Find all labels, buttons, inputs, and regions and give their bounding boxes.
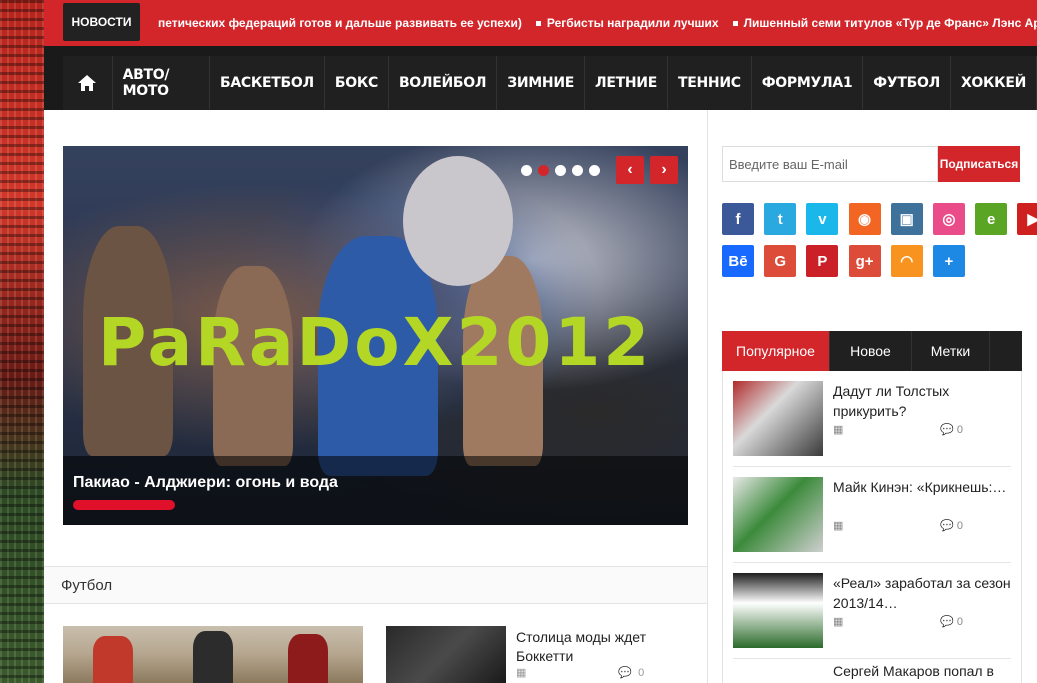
nav-item-football[interactable]: ФУТБОЛ: [863, 56, 951, 110]
slider-dots: [521, 165, 600, 176]
ticker-item[interactable]: Регбисты наградили лучших: [535, 16, 719, 30]
list-item-title[interactable]: Майк Кинэн: «Крикнешь:…: [833, 477, 1013, 497]
post-photo-figure: [193, 631, 233, 683]
email-field[interactable]: Введите ваш E-mail: [722, 146, 938, 182]
comment-icon: 💬: [618, 667, 633, 679]
ticker-item[interactable]: Лишенный семи титулов «Тур де Франс» Лэн…: [732, 16, 1037, 30]
nav-item-volleyball[interactable]: ВОЛЕЙБОЛ: [389, 56, 498, 110]
stadium-background: [0, 0, 44, 683]
slider-caption: Пакиао - Алджиери: огонь и вода: [63, 456, 688, 525]
post-title[interactable]: Столица моды ждет Боккетти: [516, 628, 676, 666]
slider-photo-figure: [83, 226, 173, 456]
evernote-icon[interactable]: e: [975, 203, 1008, 235]
comment-icon: 💬: [940, 616, 954, 628]
sidebar: Введите ваш E-mail Подписаться f t v ◉ ▣ ◎ e ▶ B…: [708, 110, 1037, 683]
tab-tags[interactable]: Метки: [912, 331, 990, 371]
post-photo-figure: [288, 634, 328, 683]
slider-dot[interactable]: [555, 165, 566, 176]
slider-photo-figure: [213, 266, 293, 466]
post-thumbnail[interactable]: [386, 626, 506, 683]
post-photo-figure: [93, 636, 133, 683]
calendar-icon: ▦: [516, 667, 527, 679]
sidebar-tabs: Популярное Новое Метки: [722, 331, 1022, 371]
twitter-icon[interactable]: t: [764, 203, 797, 235]
slider-dot[interactable]: [572, 165, 583, 176]
ticker-item[interactable]: петических федераций готов и дальше разв…: [158, 16, 522, 30]
dribbble-icon[interactable]: ◎: [932, 203, 965, 235]
pinterest-icon[interactable]: P: [806, 245, 839, 277]
comment-icon: 💬: [940, 424, 954, 436]
section-header: Футбол: [44, 566, 707, 604]
facebook-icon[interactable]: f: [722, 203, 754, 235]
nav-item-tennis[interactable]: ТЕННИС: [668, 56, 752, 110]
calendar-icon: ▦: [833, 520, 844, 532]
popular-list: Дадут ли Толстых прикурить? ▦ 💬 0 Майк Ки…: [722, 371, 1022, 683]
section-title: Футбол: [61, 577, 113, 594]
list-item-thumbnail[interactable]: [733, 381, 823, 456]
instagram-icon[interactable]: ▣: [890, 203, 923, 235]
list-item-meta: ▦ 💬 0: [833, 615, 963, 628]
calendar-icon: ▦: [833, 424, 844, 436]
vimeo-icon[interactable]: v: [806, 203, 839, 235]
list-item[interactable]: Дадут ли Толстых прикурить? ▦ 💬 0: [733, 371, 1011, 467]
rss-icon[interactable]: ◉: [848, 203, 881, 235]
main-nav: АВТО/МОТО БАСКЕТБОЛ БОКС ВОЛЕЙБОЛ ЗИМНИЕ…: [63, 56, 1037, 110]
featured-slider[interactable]: ‹ › Пакиао - Алджиери: огонь и вода: [63, 146, 688, 525]
nav-item-basketball[interactable]: БАСКЕТБОЛ: [210, 56, 325, 110]
google-plus-icon[interactable]: g+: [848, 245, 881, 277]
bullet-icon: [732, 21, 738, 27]
nav-item-boxing[interactable]: БОКС: [325, 56, 389, 110]
slider-photo-figure: [403, 156, 513, 286]
list-item[interactable]: Майк Кинэн: «Крикнешь:… ▦ 💬 0: [733, 467, 1011, 563]
bullet-icon: [535, 21, 541, 27]
nav-home[interactable]: [63, 56, 113, 110]
comment-count[interactable]: 0: [957, 520, 963, 532]
list-item-title[interactable]: Дадут ли Толстых прикурить?: [833, 381, 1013, 421]
google-icon[interactable]: G: [764, 245, 797, 277]
comment-count[interactable]: 0: [957, 616, 963, 628]
social-icons: f t v ◉ ▣ ◎ e ▶ Bē G Pg+ ◠ +: [722, 203, 1037, 277]
list-item[interactable]: Сергей Макаров попал в: [733, 659, 1011, 683]
nav-item-auto-moto[interactable]: АВТО/МОТО: [113, 56, 210, 110]
list-item-thumbnail[interactable]: [733, 573, 823, 648]
list-item-title[interactable]: «Реал» заработал за сезон 2013/14…: [833, 573, 1013, 613]
list-item-thumbnail[interactable]: [733, 477, 823, 552]
slider-next-button[interactable]: ›: [650, 156, 678, 184]
nav-item-winter[interactable]: ЗИМНИЕ: [497, 56, 586, 110]
nav-item-summer[interactable]: ЛЕТНИЕ: [585, 56, 668, 110]
news-label: НОВОСТИ: [63, 3, 140, 41]
redacted-bar: [73, 500, 175, 510]
post-image-large[interactable]: [63, 626, 363, 683]
behance-icon[interactable]: Bē: [722, 245, 754, 277]
slider-dot-active[interactable]: [538, 165, 549, 176]
list-item[interactable]: «Реал» заработал за сезон 2013/14… ▦ 💬 0: [733, 563, 1011, 659]
slider-dot[interactable]: [521, 165, 532, 176]
slider-photo-figure: [463, 256, 543, 466]
subscribe-button[interactable]: Подписаться: [938, 146, 1020, 182]
news-ticker: петических федераций готов и дальше разв…: [158, 0, 1037, 46]
list-item-meta: ▦ 💬 0: [833, 423, 963, 436]
slider-photo-figure: [318, 236, 438, 476]
news-ticker-bar: НОВОСТИ петических федераций готов и дал…: [44, 0, 1037, 46]
addthis-icon[interactable]: +: [932, 245, 965, 277]
comment-count[interactable]: 0: [638, 667, 644, 679]
main-column: ‹ › Пакиао - Алджиери: огонь и вода Футб…: [44, 110, 708, 683]
list-item-title[interactable]: Сергей Макаров попал в: [833, 661, 1013, 681]
youtube-icon[interactable]: ▶: [1017, 203, 1037, 235]
list-item-meta: ▦ 💬 0: [833, 519, 963, 532]
tab-new[interactable]: Новое: [830, 331, 912, 371]
comment-icon: 💬: [940, 520, 954, 532]
nav-item-hockey[interactable]: ХОККЕЙ: [951, 56, 1037, 110]
home-icon: [78, 75, 97, 91]
calendar-icon: ▦: [833, 616, 844, 628]
slider-prev-button[interactable]: ‹: [616, 156, 644, 184]
tab-popular[interactable]: Популярное: [722, 331, 830, 371]
comment-count[interactable]: 0: [957, 424, 963, 436]
odnoklassniki-icon[interactable]: ◠: [890, 245, 923, 277]
post-meta: ▦ 💬 0: [516, 666, 644, 680]
slider-caption-title[interactable]: Пакиао - Алджиери: огонь и вода: [73, 474, 338, 492]
content-area: ‹ › Пакиао - Алджиери: огонь и вода Футб…: [44, 110, 1037, 683]
nav-item-formula1[interactable]: ФОРМУЛА1: [752, 56, 864, 110]
slider-dot[interactable]: [589, 165, 600, 176]
